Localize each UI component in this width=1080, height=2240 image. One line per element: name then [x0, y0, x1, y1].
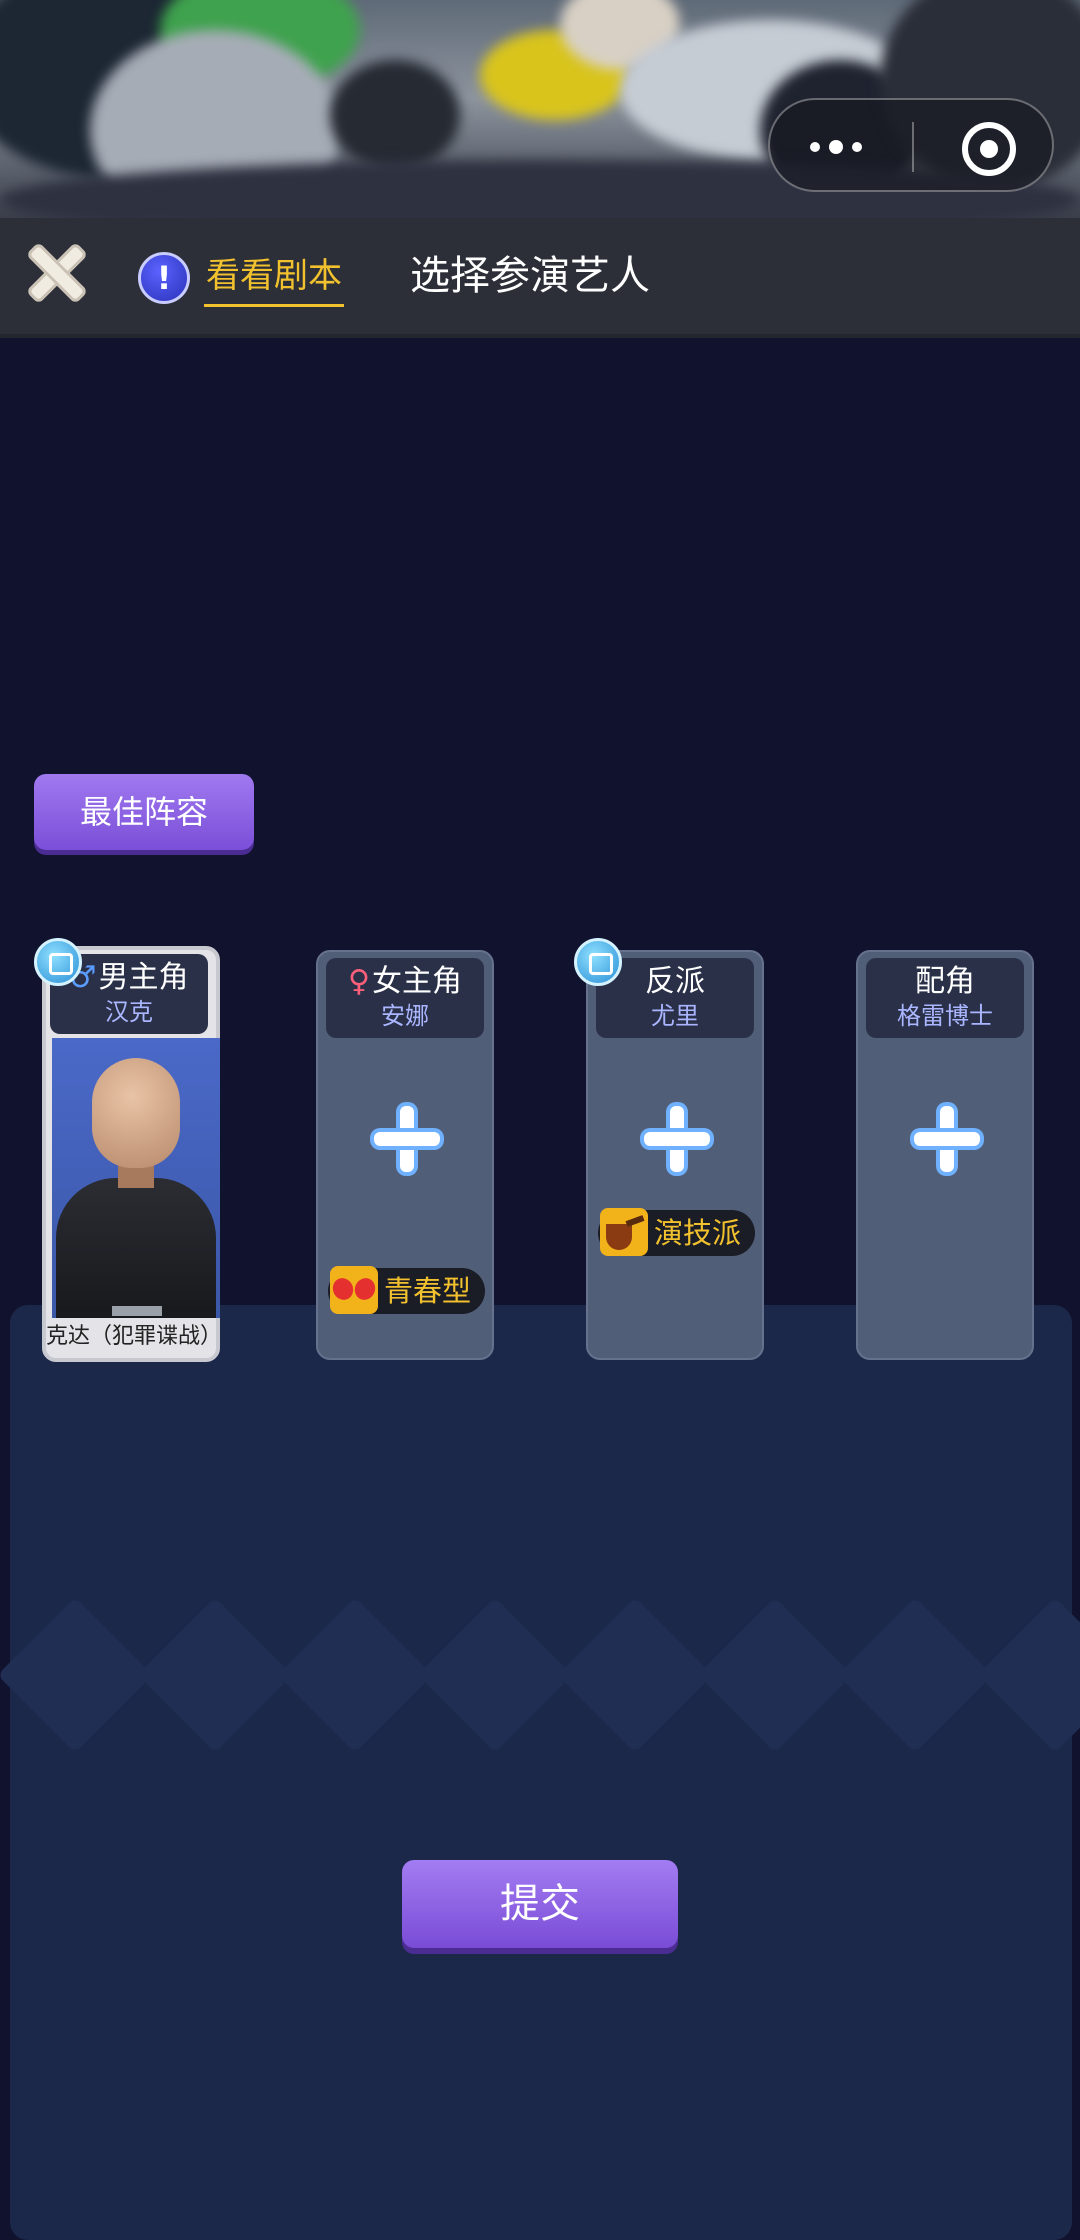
more-icon[interactable]	[810, 140, 862, 154]
camera-icon	[574, 938, 622, 986]
character-name: 格雷博士	[897, 1002, 993, 1030]
add-actor-icon[interactable]	[374, 1106, 440, 1172]
bow-icon	[330, 1266, 378, 1314]
close-target-icon[interactable]	[962, 122, 1016, 176]
trait-badge: 青春型	[328, 1266, 486, 1314]
female-icon: ♀	[348, 964, 370, 999]
role-name: 女主角	[371, 964, 462, 999]
camera-icon	[34, 938, 82, 986]
tab-view-script[interactable]: 看看剧本	[204, 248, 344, 307]
trait-label: 演技派	[654, 1216, 742, 1250]
trait-badge: 演技派	[598, 1208, 756, 1256]
best-lineup-button[interactable]: 最佳阵容	[34, 774, 254, 850]
diamond-pattern	[0, 1580, 1080, 1780]
role-header: ♀女主角 安娜	[326, 958, 484, 1038]
add-actor-icon[interactable]	[644, 1106, 710, 1172]
header-bar: ! 看看剧本 选择参演艺人	[0, 218, 1080, 338]
trait-label: 青春型	[384, 1274, 472, 1308]
page-title: 选择参演艺人	[410, 253, 650, 299]
role-card-male-lead[interactable]: ♂男主角 汉克 克达（犯罪谍战）	[42, 946, 223, 1362]
role-card-villain[interactable]: 反派 尤里	[586, 950, 764, 1360]
role-name: 反派	[645, 964, 705, 999]
actor-portrait	[52, 1038, 220, 1318]
submit-button[interactable]: 提交	[402, 1860, 678, 1948]
mini-program-capsule	[768, 98, 1054, 192]
exclamation-icon[interactable]: !	[138, 252, 190, 304]
actor-caption: 克达（犯罪谍战）	[46, 1324, 223, 1349]
role-card-supporting[interactable]: 配角 格雷博士	[856, 950, 1034, 1360]
scene-banner	[0, 0, 1080, 218]
role-header: 配角 格雷博士	[866, 958, 1024, 1038]
pipe-icon	[600, 1208, 648, 1256]
close-icon[interactable]	[26, 242, 88, 304]
character-name: 汉克	[105, 998, 153, 1026]
role-name: 男主角	[98, 960, 189, 995]
character-name: 尤里	[651, 1002, 699, 1030]
add-actor-icon[interactable]	[914, 1106, 980, 1172]
role-name: 配角	[915, 964, 975, 999]
character-name: 安娜	[381, 1002, 429, 1030]
